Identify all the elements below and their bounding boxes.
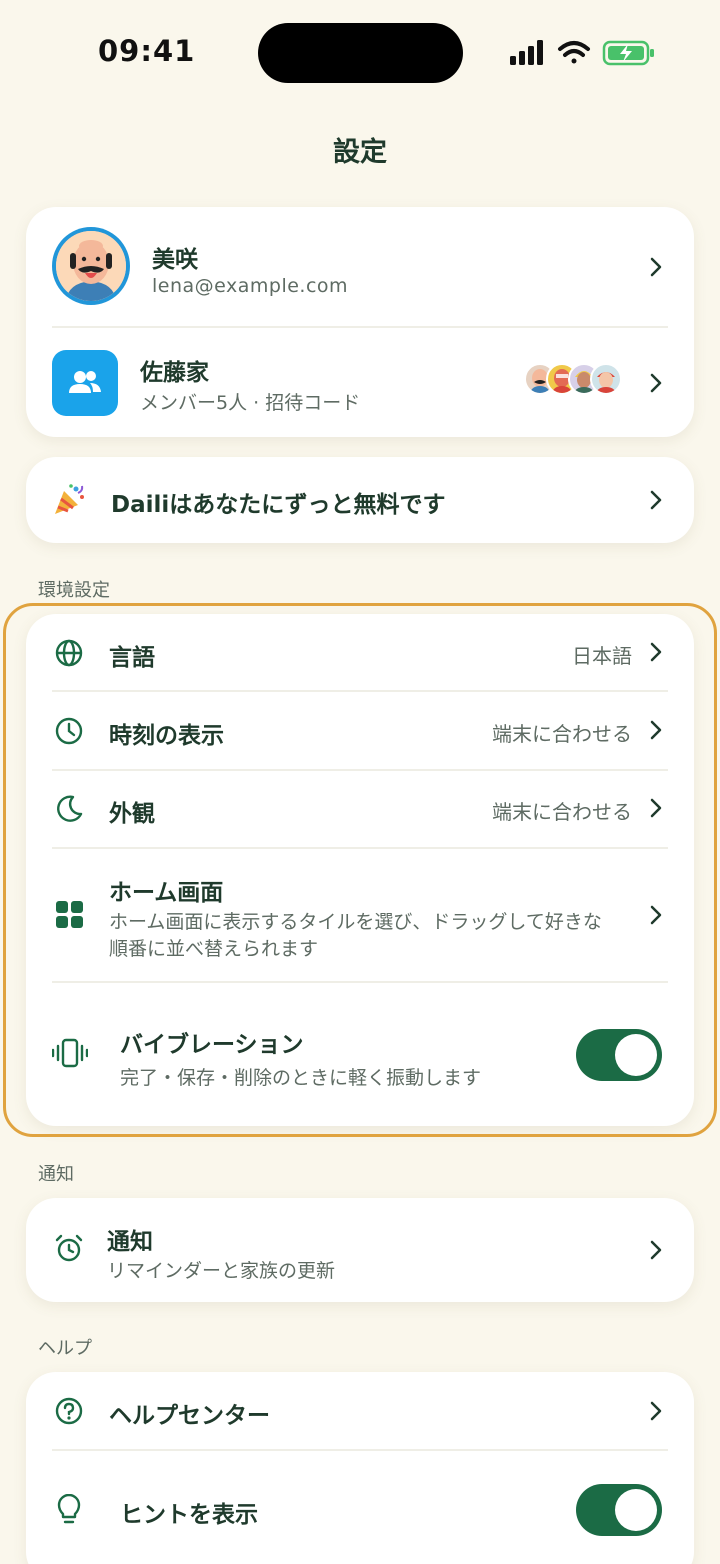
- profile-name: 美咲: [152, 247, 198, 273]
- toggle-knob: [615, 1489, 657, 1531]
- member-avatar: [590, 363, 622, 395]
- page-title: 設定: [333, 137, 387, 168]
- section-header-help: ヘルプ: [38, 1338, 92, 1359]
- battery-icon: [602, 40, 654, 66]
- alarm-clock-icon: [55, 1234, 83, 1262]
- signal-icon: [510, 40, 543, 65]
- party-popper-icon: [55, 484, 84, 514]
- notifications-desc: リマインダーと家族の更新: [107, 1260, 336, 1282]
- promo-label: Dailiはあなたにずっと無料です: [111, 492, 446, 518]
- show-hints-label: ヒントを表示: [120, 1502, 258, 1528]
- chevron-right-icon: [650, 490, 662, 510]
- family-group-icon: [52, 350, 118, 416]
- dynamic-island: [258, 23, 463, 83]
- chevron-right-icon: [650, 1240, 662, 1260]
- chevron-right-icon: [650, 373, 662, 393]
- member-avatars: [524, 363, 630, 397]
- notifications-label: 通知: [107, 1229, 153, 1255]
- wifi-icon: [558, 41, 590, 64]
- help-center-row[interactable]: ヘルプセンター: [26, 1372, 694, 1449]
- show-hints-row: ヒントを表示: [26, 1451, 694, 1564]
- highlight-outline: [3, 603, 717, 1137]
- family-subtitle: メンバー5人 · 招待コード: [140, 392, 361, 414]
- show-hints-toggle[interactable]: [576, 1484, 662, 1536]
- status-time: 09:41: [98, 34, 196, 68]
- help-card: ヘルプセンター ヒントを表示: [26, 1372, 694, 1564]
- profile-row[interactable]: 美咲 lena@example.com: [26, 207, 694, 327]
- family-row[interactable]: 佐藤家 メンバー5人 · 招待コード: [26, 328, 694, 437]
- account-card: 美咲 lena@example.com 佐藤家 メンバー5人 · 招待コード: [26, 207, 694, 437]
- chevron-right-icon: [650, 257, 662, 277]
- family-name: 佐藤家: [140, 360, 209, 386]
- help-center-label: ヘルプセンター: [109, 1403, 270, 1429]
- avatar-face-icon: [56, 231, 126, 301]
- chevron-right-icon: [650, 1401, 662, 1421]
- free-promo-row[interactable]: Dailiはあなたにずっと無料です: [26, 457, 694, 543]
- help-circle-icon: [55, 1397, 83, 1425]
- status-icons: [510, 40, 654, 66]
- notifications-row[interactable]: 通知 リマインダーと家族の更新: [26, 1198, 694, 1302]
- lightbulb-icon: [57, 1494, 81, 1524]
- section-header-notifications: 通知: [38, 1164, 74, 1185]
- avatar: [52, 227, 130, 305]
- profile-email: lena@example.com: [152, 275, 349, 297]
- section-header-preferences: 環境設定: [38, 580, 110, 601]
- status-bar: 09:41: [0, 0, 720, 110]
